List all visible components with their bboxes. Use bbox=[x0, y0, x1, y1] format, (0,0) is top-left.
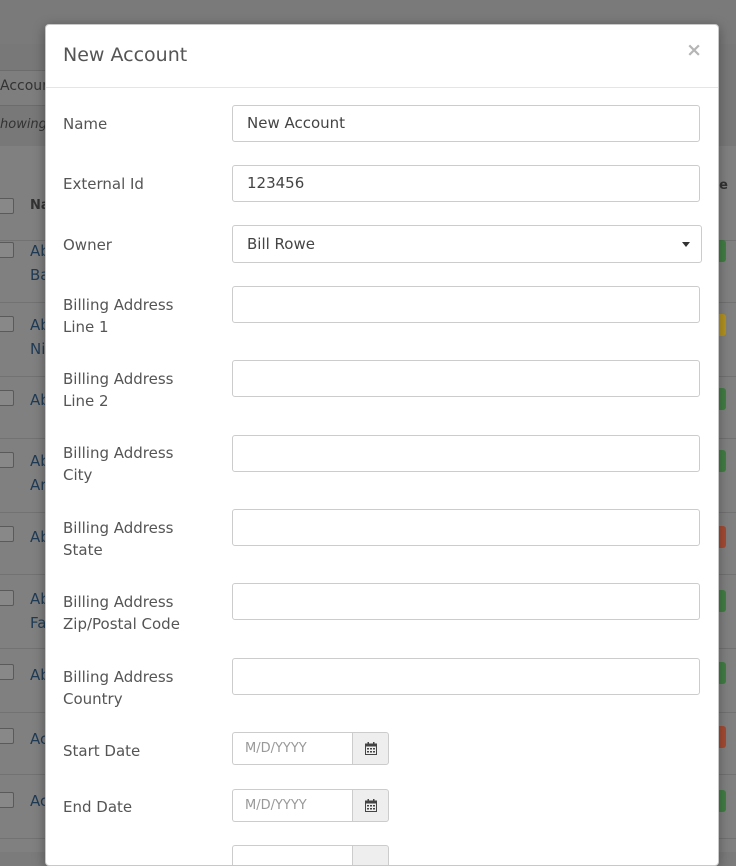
start-date-input[interactable]: M/D/YYYY bbox=[232, 732, 352, 765]
bg-row-checkbox bbox=[0, 242, 14, 258]
billing-city-input[interactable] bbox=[232, 435, 700, 472]
billing-country-label-b: Country bbox=[63, 690, 123, 708]
billing-line1-label: Billing Address Line 1 bbox=[63, 294, 213, 338]
bg-header-right: e bbox=[719, 178, 728, 193]
bg-header-checkbox bbox=[0, 198, 14, 214]
bg-row-checkbox bbox=[0, 452, 14, 468]
bg-showing-text: howing bbox=[0, 117, 47, 132]
billing-city-label: Billing Address City bbox=[63, 442, 213, 486]
end-date-input[interactable]: M/D/YYYY bbox=[232, 789, 352, 822]
billing-line2-input[interactable] bbox=[232, 360, 700, 397]
billing-zip-label-b: Zip/Postal Code bbox=[63, 615, 180, 633]
bg-row-link-2: Ni bbox=[30, 340, 46, 358]
bg-row-checkbox bbox=[0, 792, 14, 808]
bg-row-link-2: Ar bbox=[30, 476, 47, 494]
owner-select[interactable]: Bill Rowe bbox=[232, 225, 702, 263]
modal-header: New Account × bbox=[46, 25, 718, 88]
billing-line2-label-a: Billing Address bbox=[63, 370, 174, 388]
caret-down-icon bbox=[682, 242, 690, 247]
bg-row-checkbox bbox=[0, 664, 14, 680]
owner-select-value: Bill Rowe bbox=[247, 235, 315, 253]
start-date-picker-button[interactable] bbox=[352, 732, 389, 765]
external-id-input[interactable]: 123456 bbox=[232, 165, 700, 202]
bg-row-checkbox bbox=[0, 316, 14, 332]
next-date-picker-button[interactable] bbox=[352, 845, 389, 865]
billing-state-label: Billing Address State bbox=[63, 517, 213, 561]
bg-row-checkbox bbox=[0, 390, 14, 406]
end-date-label: End Date bbox=[63, 798, 133, 816]
billing-country-label: Billing Address Country bbox=[63, 666, 213, 710]
billing-zip-input[interactable] bbox=[232, 583, 700, 620]
billing-state-label-b: State bbox=[63, 541, 103, 559]
bg-row-checkbox bbox=[0, 526, 14, 542]
billing-line1-label-a: Billing Address bbox=[63, 296, 174, 314]
billing-state-label-a: Billing Address bbox=[63, 519, 174, 537]
end-date-picker-button[interactable] bbox=[352, 789, 389, 822]
bg-accounts-tab-label: Accoun bbox=[0, 78, 52, 94]
bg-row-checkbox bbox=[0, 590, 14, 606]
calendar-icon bbox=[365, 742, 377, 755]
start-date-label: Start Date bbox=[63, 742, 141, 760]
billing-zip-label-a: Billing Address bbox=[63, 593, 174, 611]
new-account-modal: New Account × Name New Account External … bbox=[45, 24, 719, 866]
billing-state-input[interactable] bbox=[232, 509, 700, 546]
next-date-input[interactable] bbox=[232, 845, 352, 865]
name-input[interactable]: New Account bbox=[232, 105, 700, 142]
bg-row-checkbox bbox=[0, 728, 14, 744]
close-icon[interactable]: × bbox=[686, 39, 702, 61]
billing-zip-label: Billing Address Zip/Postal Code bbox=[63, 591, 223, 635]
billing-city-label-a: Billing Address bbox=[63, 444, 174, 462]
name-label: Name bbox=[63, 115, 108, 133]
billing-line2-label-b: Line 2 bbox=[63, 392, 109, 410]
billing-line1-input[interactable] bbox=[232, 286, 700, 323]
calendar-icon bbox=[365, 799, 377, 812]
billing-line2-label: Billing Address Line 2 bbox=[63, 368, 213, 412]
external-id-label: External Id bbox=[63, 175, 144, 193]
owner-label: Owner bbox=[63, 236, 112, 254]
billing-city-label-b: City bbox=[63, 466, 93, 484]
billing-country-label-a: Billing Address bbox=[63, 668, 174, 686]
billing-line1-label-b: Line 1 bbox=[63, 318, 109, 336]
bg-row-link-2: Fa bbox=[30, 614, 47, 632]
billing-country-input[interactable] bbox=[232, 658, 700, 695]
modal-title: New Account bbox=[63, 44, 188, 66]
